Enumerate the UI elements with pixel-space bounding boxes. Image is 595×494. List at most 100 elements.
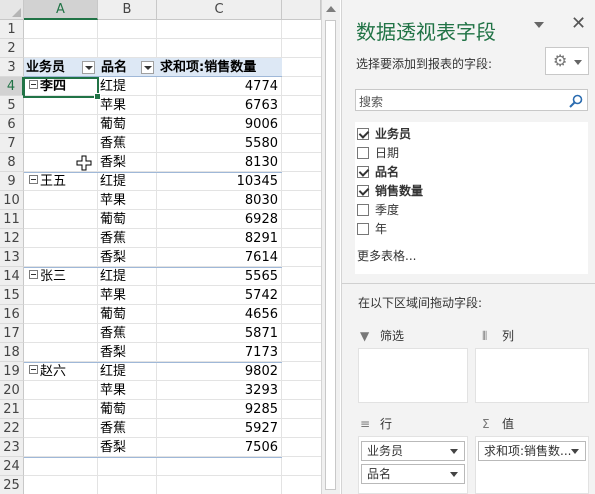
product-cell[interactable]: 红提 <box>100 362 156 381</box>
product-cell[interactable]: 香梨 <box>100 343 156 362</box>
row-header[interactable]: 4 <box>0 77 24 96</box>
quantity-cell[interactable]: 5871 <box>157 324 281 343</box>
scroll-up-icon[interactable] <box>326 6 336 12</box>
quantity-cell[interactable]: 5580 <box>157 134 281 153</box>
row-header[interactable]: 22 <box>0 419 24 438</box>
row-header[interactable]: 16 <box>0 305 24 324</box>
quantity-cell[interactable]: 5927 <box>157 419 281 438</box>
quantity-cell[interactable]: 8291 <box>157 229 281 248</box>
product-cell[interactable]: 苹果 <box>100 286 156 305</box>
spreadsheet-grid[interactable]: A B C 1 2 3 4 5 6 7 8 9 10 11 12 13 14 15 16 17 18 19 20 21 2… <box>0 0 321 494</box>
row-header[interactable]: 12 <box>0 229 24 248</box>
row-header[interactable]: 9 <box>0 172 24 191</box>
product-filter-dropdown[interactable] <box>141 61 154 74</box>
column-header-b[interactable]: B <box>98 0 157 20</box>
field-checkbox[interactable] <box>357 185 369 197</box>
select-all-corner[interactable] <box>0 0 24 20</box>
quantity-cell[interactable]: 9802 <box>157 362 281 381</box>
product-cell[interactable]: 葡萄 <box>100 400 156 419</box>
pane-options-chevron-icon[interactable] <box>534 22 544 28</box>
quantity-cell[interactable]: 6763 <box>157 96 281 115</box>
row-header[interactable]: 17 <box>0 324 24 343</box>
quantity-cell[interactable]: 7173 <box>157 343 281 362</box>
product-cell[interactable]: 香梨 <box>100 438 156 457</box>
column-header-d[interactable] <box>282 0 321 20</box>
product-cell[interactable]: 香蕉 <box>100 229 156 248</box>
tools-button[interactable]: ⚙ <box>545 47 589 75</box>
quantity-cell[interactable]: 6928 <box>157 210 281 229</box>
row-header[interactable]: 21 <box>0 400 24 419</box>
row-chip-salesperson[interactable]: 业务员 <box>361 441 465 461</box>
field-checkbox[interactable] <box>357 166 369 178</box>
quantity-cell[interactable]: 5742 <box>157 286 281 305</box>
quantity-cell[interactable]: 7614 <box>157 248 281 267</box>
chevron-down-icon[interactable] <box>571 449 579 454</box>
row-header[interactable]: 15 <box>0 286 24 305</box>
field-checkbox[interactable] <box>357 204 369 216</box>
row-header[interactable]: 25 <box>0 476 24 494</box>
collapse-icon[interactable] <box>29 175 38 184</box>
vertical-scrollbar[interactable] <box>321 0 340 494</box>
field-search-input[interactable]: 搜索 <box>355 89 588 111</box>
column-header-a[interactable]: A <box>24 0 98 20</box>
row-header[interactable]: 24 <box>0 457 24 476</box>
product-cell[interactable]: 香蕉 <box>100 134 156 153</box>
rows-drop-area[interactable]: 业务员 品名 <box>358 436 468 494</box>
product-cell[interactable]: 香蕉 <box>100 419 156 438</box>
quantity-cell[interactable]: 9285 <box>157 400 281 419</box>
quantity-cell[interactable]: 7506 <box>157 438 281 457</box>
quantity-cell[interactable]: 9006 <box>157 115 281 134</box>
product-cell[interactable]: 苹果 <box>100 96 156 115</box>
salesperson-group-cell[interactable]: 张三 <box>26 267 96 286</box>
columns-drop-area[interactable] <box>475 348 589 403</box>
salesperson-group-cell[interactable]: 王五 <box>26 172 96 191</box>
row-header[interactable]: 8 <box>0 153 24 172</box>
row-header[interactable]: 14 <box>0 267 24 286</box>
product-cell[interactable]: 红提 <box>100 77 156 96</box>
field-checkbox[interactable] <box>357 128 369 140</box>
collapse-icon[interactable] <box>29 365 38 374</box>
values-drop-area[interactable]: 求和项:销售数... <box>475 436 589 494</box>
quantity-cell[interactable]: 4774 <box>157 77 281 96</box>
more-tables-link[interactable]: 更多表格... <box>357 247 416 264</box>
row-header[interactable]: 5 <box>0 96 24 115</box>
product-cell[interactable]: 苹果 <box>100 381 156 400</box>
row-header[interactable]: 6 <box>0 115 24 134</box>
salesperson-filter-dropdown[interactable] <box>82 61 95 74</box>
quantity-cell[interactable]: 10345 <box>157 172 281 191</box>
quantity-cell[interactable]: 4656 <box>157 305 281 324</box>
quantity-cell[interactable]: 3293 <box>157 381 281 400</box>
product-cell[interactable]: 葡萄 <box>100 115 156 134</box>
quantity-cell[interactable]: 5565 <box>157 267 281 286</box>
product-cell[interactable]: 苹果 <box>100 191 156 210</box>
product-cell[interactable]: 香梨 <box>100 153 156 172</box>
chevron-down-icon[interactable] <box>450 449 458 454</box>
chevron-down-icon[interactable] <box>450 472 458 477</box>
field-checkbox[interactable] <box>357 147 369 159</box>
quantity-cell[interactable]: 8130 <box>157 153 281 172</box>
row-header[interactable]: 23 <box>0 438 24 457</box>
column-header-c[interactable]: C <box>157 0 282 20</box>
value-chip-sum-quantity[interactable]: 求和项:销售数... <box>478 441 586 461</box>
row-header[interactable]: 10 <box>0 191 24 210</box>
scroll-thumb[interactable] <box>325 20 336 490</box>
collapse-icon[interactable] <box>29 270 38 279</box>
row-header[interactable]: 7 <box>0 134 24 153</box>
field-checkbox[interactable] <box>357 223 369 235</box>
product-cell[interactable]: 红提 <box>100 267 156 286</box>
quantity-cell[interactable]: 8030 <box>157 191 281 210</box>
close-icon[interactable]: ✕ <box>571 13 586 34</box>
product-cell[interactable]: 红提 <box>100 172 156 191</box>
row-header[interactable]: 19 <box>0 362 24 381</box>
salesperson-group-cell[interactable]: 赵六 <box>26 362 96 381</box>
row-header[interactable]: 18 <box>0 343 24 362</box>
row-chip-product[interactable]: 品名 <box>361 464 465 484</box>
row-header[interactable]: 13 <box>0 248 24 267</box>
row-header[interactable]: 2 <box>0 39 24 58</box>
product-cell[interactable]: 葡萄 <box>100 210 156 229</box>
product-cell[interactable]: 香梨 <box>100 248 156 267</box>
row-header[interactable]: 1 <box>0 20 24 39</box>
row-header[interactable]: 11 <box>0 210 24 229</box>
filters-drop-area[interactable] <box>358 348 468 403</box>
row-header[interactable]: 20 <box>0 381 24 400</box>
